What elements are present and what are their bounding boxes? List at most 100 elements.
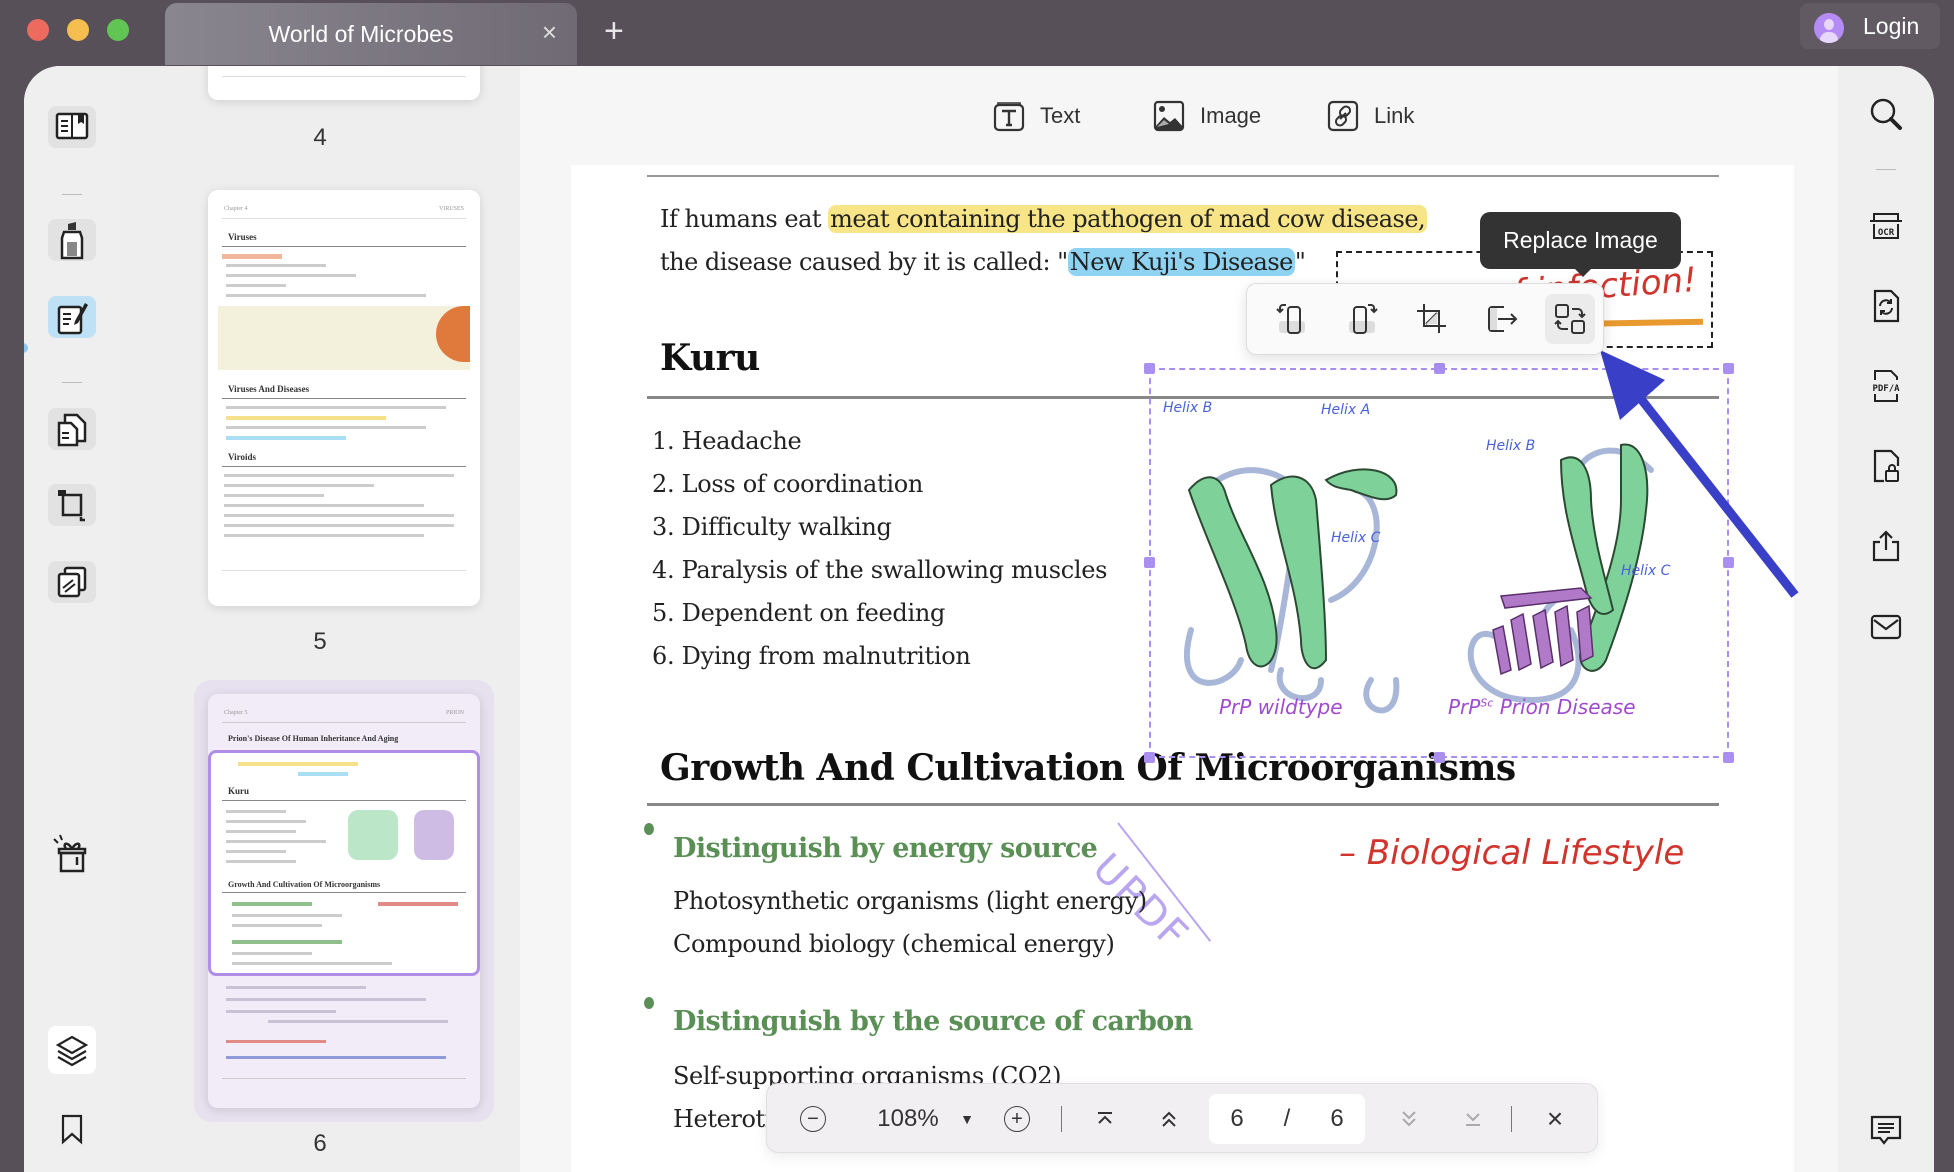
batch-tool-button[interactable]	[48, 561, 96, 603]
thumbnail-page-5[interactable]: Chapter 4 VIRUSES Viruses Viruses And Di…	[208, 190, 480, 606]
zoom-out-button[interactable]: −	[793, 1084, 833, 1154]
convert-icon[interactable]	[1868, 288, 1904, 324]
rotate-left-button[interactable]	[1267, 294, 1317, 344]
resize-handle[interactable]	[1144, 752, 1155, 763]
gift-button[interactable]	[48, 832, 96, 874]
thumb-heading: Viroids	[228, 452, 257, 462]
new-tab-button[interactable]: +	[604, 12, 624, 51]
energy-item: Compound biology (chemical energy)	[673, 930, 1115, 958]
replace-image-button[interactable]	[1545, 294, 1595, 344]
lifestyle-annotation[interactable]: – Biological Lifestyle	[1339, 833, 1684, 873]
bookmark-button[interactable]	[48, 1108, 96, 1150]
login-button[interactable]: Login	[1800, 3, 1940, 49]
rotate-left-icon	[1276, 304, 1305, 334]
section-rule	[647, 803, 1719, 806]
reader-mode-button[interactable]	[48, 106, 96, 148]
image-icon	[1153, 100, 1185, 132]
energy-item: Photosynthetic organisms (light energy)	[673, 887, 1147, 915]
add-image-button[interactable]: Image	[1152, 96, 1261, 136]
rotate-right-button[interactable]	[1337, 294, 1387, 344]
blue-arrow-annotation	[1600, 350, 1799, 598]
comment-tool-button[interactable]	[48, 219, 96, 261]
thumbnail-page-4[interactable]	[208, 66, 480, 100]
resize-handle[interactable]	[1434, 363, 1445, 374]
carbon-heading: Distinguish by the source of carbon	[673, 1006, 1193, 1037]
pages-icon	[57, 413, 87, 447]
layers-button[interactable]	[48, 1026, 96, 1074]
zoom-dropdown-icon[interactable]: ▼	[955, 1084, 979, 1154]
bullet-dot	[644, 997, 654, 1009]
page-number-field[interactable]: 6 / 6	[1209, 1094, 1365, 1144]
intro-line-1[interactable]: If humans eat meat containing the pathog…	[660, 205, 1428, 233]
stacked-docs-icon	[57, 566, 87, 598]
extract-icon	[1488, 306, 1518, 332]
edit-tool-button[interactable]	[48, 296, 96, 338]
replace-image-icon	[1554, 304, 1586, 334]
blue-highlight[interactable]: New Kuji's Disease	[1067, 248, 1295, 276]
left-tool-rail	[24, 66, 120, 1172]
kuru-heading: Kuru	[660, 337, 760, 379]
svg-text:OCR: OCR	[1878, 228, 1895, 238]
zoom-in-button[interactable]: +	[997, 1084, 1037, 1154]
crop-icon	[1417, 304, 1446, 333]
close-pager-button[interactable]: ×	[1535, 1084, 1575, 1154]
ocr-icon[interactable]: OCR	[1868, 208, 1904, 244]
rail-divider	[1876, 169, 1896, 170]
add-text-button[interactable]: Text	[992, 96, 1080, 136]
resize-handle[interactable]	[1144, 557, 1155, 568]
rail-divider	[62, 382, 82, 383]
tab-close-icon[interactable]: ×	[542, 17, 557, 48]
next-page-button[interactable]	[1389, 1084, 1429, 1154]
thumb-chapter: Chapter 5	[224, 710, 248, 716]
comment-list-icon[interactable]	[1868, 1112, 1904, 1148]
symptom-item: 1. Headache	[652, 427, 802, 455]
rotate-right-icon	[1349, 304, 1378, 334]
symptom-item: 4. Paralysis of the swallowing muscles	[652, 556, 1108, 584]
right-tool-rail: OCR PDF/A	[1838, 66, 1934, 1172]
thumbnail-panel[interactable]: 4 Chapter 4 VIRUSES Viruses Viruses And …	[120, 66, 520, 1172]
symptom-item: 6. Dying from malnutrition	[652, 642, 971, 670]
crop-image-button[interactable]	[1407, 294, 1457, 344]
login-label: Login	[1863, 13, 1920, 39]
first-page-icon	[1098, 1112, 1112, 1124]
layers-icon	[55, 1035, 89, 1067]
email-icon[interactable]	[1868, 608, 1904, 644]
symptom-item: 2. Loss of coordination	[652, 470, 924, 498]
svg-text:PDF/A: PDF/A	[1872, 384, 1900, 394]
symptom-item: 5. Dependent on feeding	[652, 599, 946, 627]
resize-handle[interactable]	[1434, 752, 1445, 763]
previous-page-button[interactable]	[1149, 1084, 1189, 1154]
last-page-icon	[1466, 1113, 1480, 1126]
intro-line-2[interactable]: the disease caused by it is called: "New…	[660, 248, 1306, 276]
close-window-button[interactable]	[27, 19, 49, 41]
crop-pages-button[interactable]	[48, 484, 96, 526]
resize-handle[interactable]	[1144, 363, 1155, 374]
divider	[1061, 1106, 1062, 1132]
rail-divider	[62, 194, 82, 195]
organize-pages-button[interactable]	[48, 408, 96, 450]
protect-icon[interactable]	[1868, 448, 1904, 484]
extract-image-button[interactable]	[1477, 294, 1527, 344]
first-page-button[interactable]	[1085, 1084, 1125, 1154]
thumbnail-number: 4	[313, 124, 327, 151]
document-tab[interactable]: World of Microbes ×	[165, 3, 577, 65]
page-top-rule	[647, 175, 1719, 177]
text-icon	[993, 102, 1025, 132]
bullet-dot	[644, 823, 654, 835]
search-icon[interactable]	[1868, 96, 1904, 132]
highlighter-icon	[60, 222, 84, 260]
yellow-highlight[interactable]: meat containing the pathogen of mad cow …	[828, 205, 1428, 233]
zoom-level[interactable]: 108%	[863, 1084, 953, 1154]
tab-title: World of Microbes	[268, 21, 454, 47]
resize-handle[interactable]	[1723, 752, 1734, 763]
share-icon[interactable]	[1868, 528, 1904, 564]
maximize-window-button[interactable]	[107, 19, 129, 41]
add-link-button[interactable]: Link	[1326, 96, 1414, 136]
last-page-button[interactable]	[1453, 1084, 1493, 1154]
minimize-window-button[interactable]	[67, 19, 89, 41]
book-icon	[55, 112, 89, 140]
current-page[interactable]: 6	[1209, 1094, 1265, 1144]
thumbnail-page-6[interactable]: Chapter 5 PRION Prion's Disease Of Human…	[208, 694, 480, 1108]
pdfa-icon[interactable]: PDF/A	[1868, 368, 1904, 404]
image-label: Image	[1200, 103, 1262, 128]
